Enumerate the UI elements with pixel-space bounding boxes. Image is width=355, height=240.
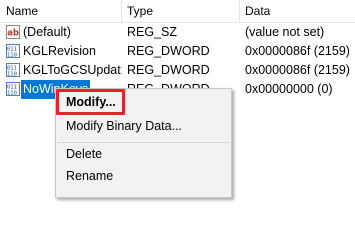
column-header-data[interactable]: Data (239, 0, 355, 22)
context-menu: Modify... Modify Binary Data... Delete R… (55, 88, 232, 198)
value-data: 0x0000086f (2159) (245, 63, 350, 77)
value-name: KGLToGCSUpdat... (23, 63, 122, 77)
menu-item-modify-binary-data[interactable]: Modify Binary Data... (66, 116, 182, 136)
menu-item-modify[interactable]: Modify... (66, 92, 116, 112)
registry-value-row[interactable]: 011 110 KGLToGCSUpdat... REG_DWORD 0x000… (0, 61, 355, 80)
value-type: REG_DWORD (127, 63, 210, 77)
value-name: KGLRevision (23, 44, 96, 58)
menu-separator (57, 142, 230, 143)
registry-value-row[interactable]: ab (Default) REG_SZ (value not set) (0, 23, 355, 42)
svg-text:ab: ab (7, 29, 19, 39)
value-data: 0x00000000 (0) (245, 82, 333, 96)
value-name-cell: ab (Default) (6, 23, 122, 42)
value-data: (value not set) (245, 25, 325, 39)
menu-item-rename[interactable]: Rename (66, 166, 113, 186)
value-type: REG_DWORD (127, 44, 210, 58)
list-header: Name Type Data (0, 0, 355, 23)
column-header-name[interactable]: Name (0, 0, 122, 22)
value-data: 0x0000086f (2159) (245, 44, 350, 58)
string-value-icon: ab (6, 25, 20, 39)
binary-value-icon: 011 110 (6, 44, 20, 58)
value-type: REG_SZ (127, 25, 178, 39)
value-name: (Default) (23, 25, 71, 39)
svg-text:110: 110 (7, 71, 17, 77)
value-name-cell: 011 110 KGLRevision (6, 42, 122, 61)
svg-text:110: 110 (7, 52, 17, 58)
binary-value-icon: 011 110 (6, 82, 20, 96)
registry-value-row[interactable]: 011 110 KGLRevision REG_DWORD 0x0000086f… (0, 42, 355, 61)
binary-value-icon: 011 110 (6, 63, 20, 77)
menu-item-delete[interactable]: Delete (66, 144, 102, 164)
column-header-type[interactable]: Type (121, 0, 239, 22)
svg-text:110: 110 (7, 90, 17, 96)
value-name-cell: 011 110 KGLToGCSUpdat... (6, 61, 122, 80)
